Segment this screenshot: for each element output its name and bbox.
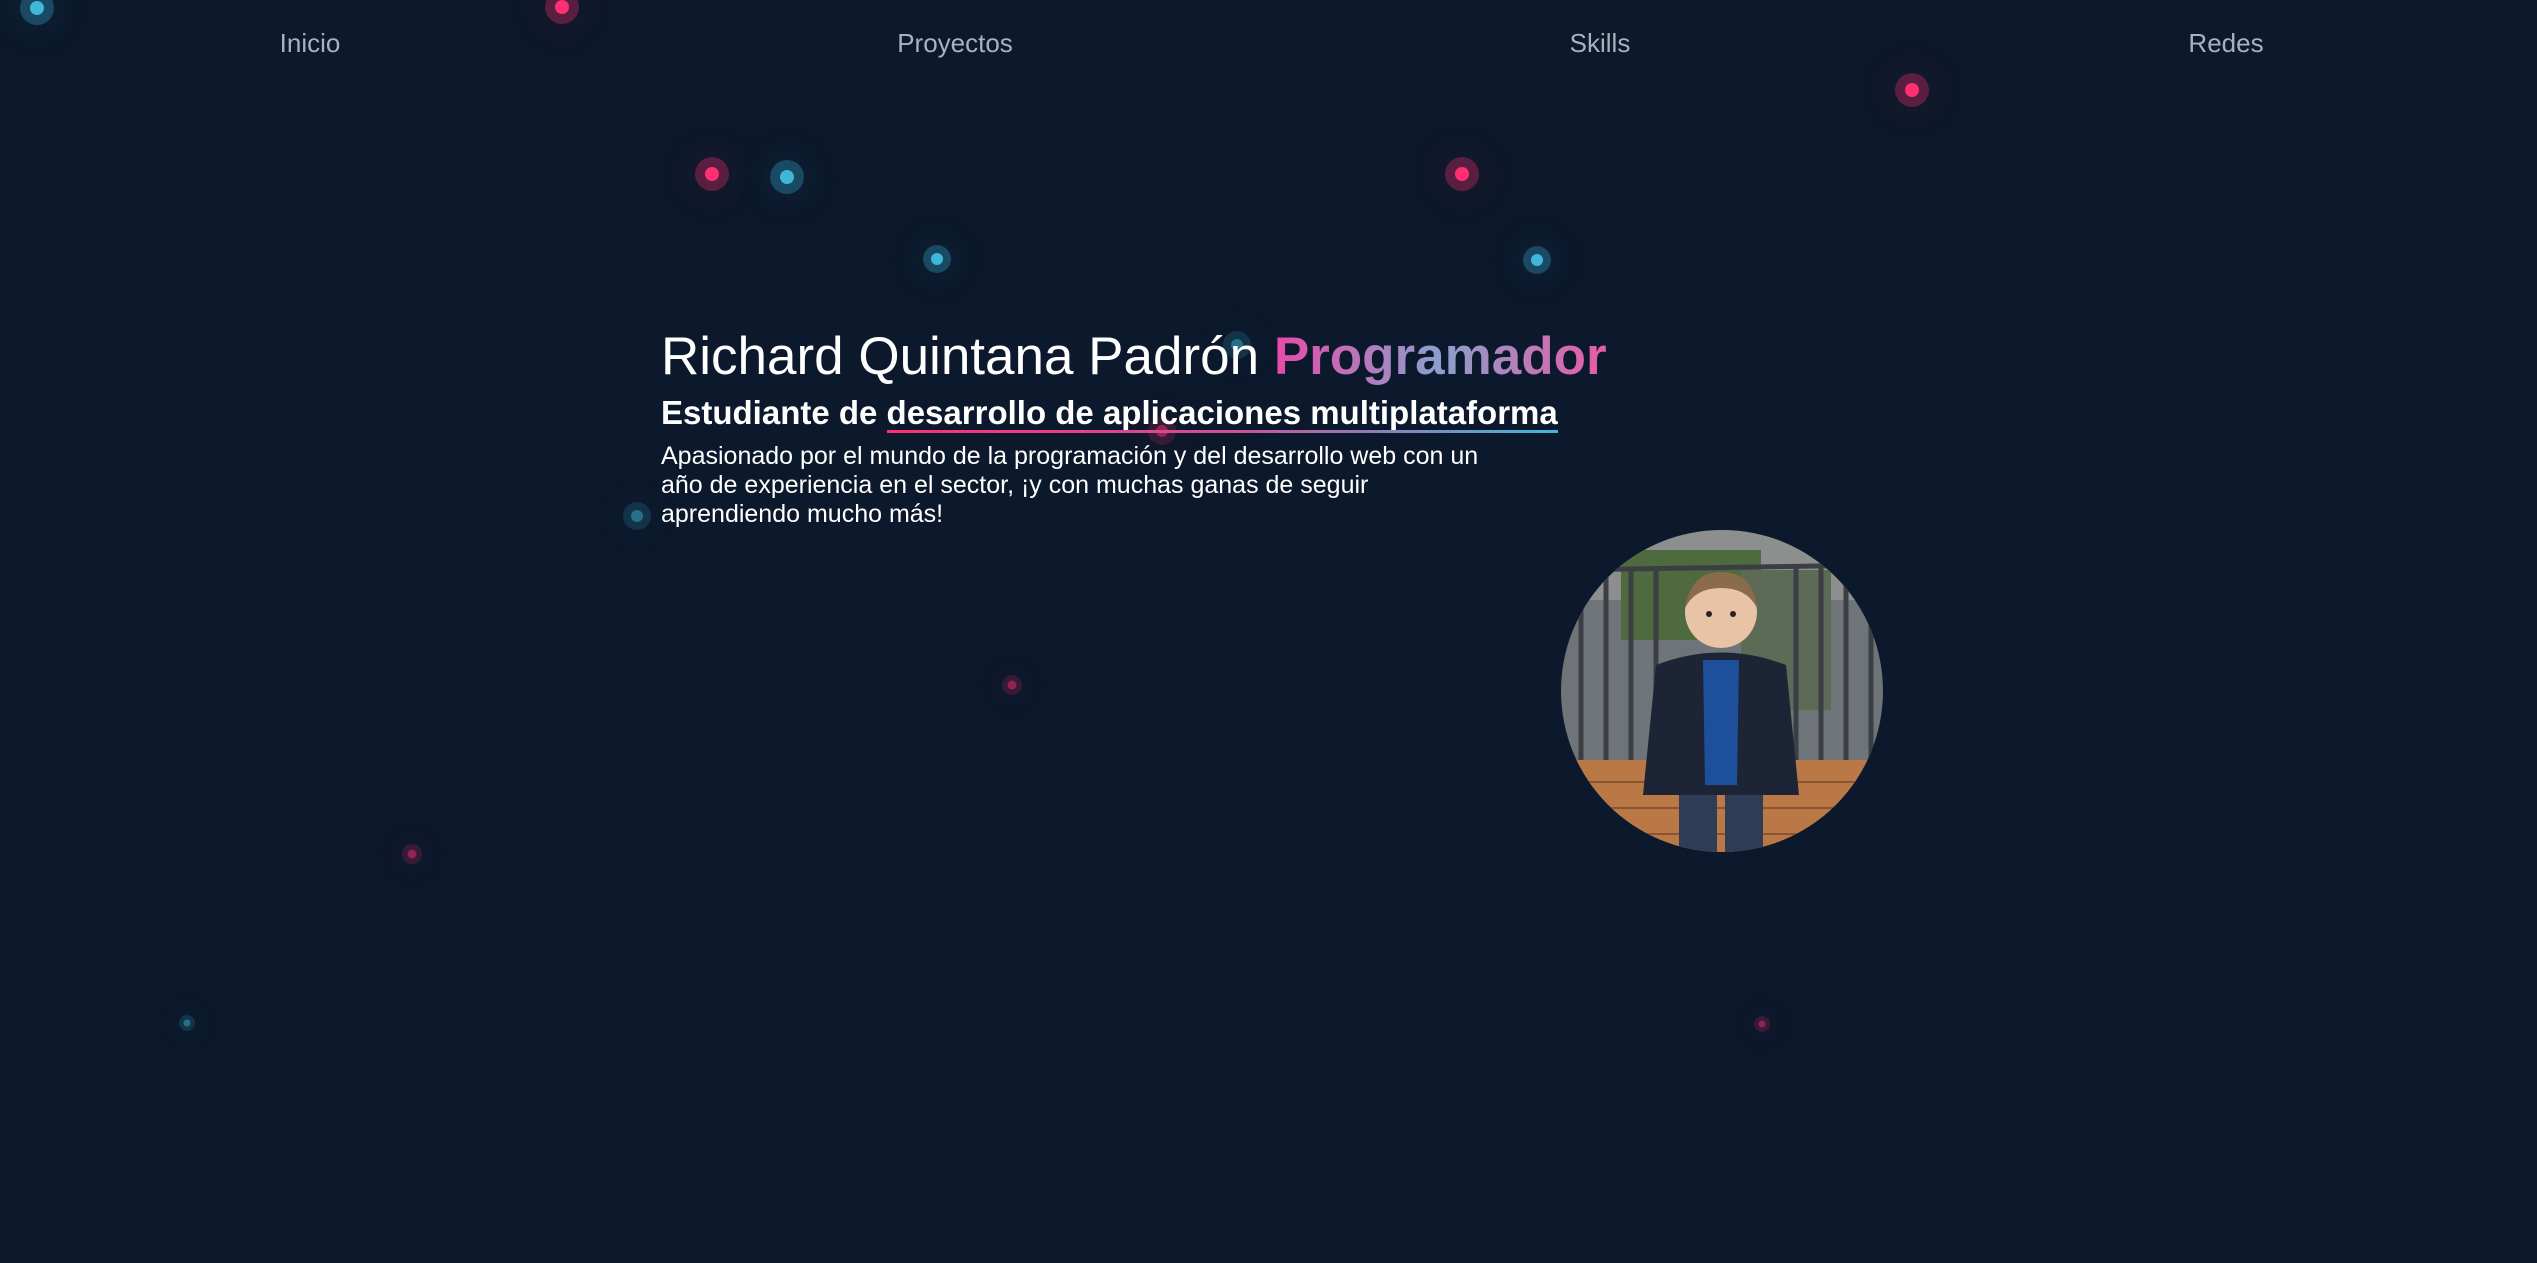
background-particle	[1523, 246, 1551, 274]
background-particle	[179, 1015, 195, 1031]
background-particle	[402, 844, 422, 864]
nav-link-skills[interactable]: Skills	[1570, 28, 1631, 59]
background-particle	[1754, 1016, 1770, 1032]
background-particle	[923, 245, 951, 273]
page: Inicio Proyectos Skills Redes Richard Qu…	[0, 0, 2537, 1263]
hero-section: Richard Quintana Padrón Programador Estu…	[661, 322, 1641, 529]
background-particle	[623, 502, 651, 530]
nav-link-redes[interactable]: Redes	[2188, 28, 2263, 59]
top-navigation: Inicio Proyectos Skills Redes	[0, 0, 2537, 84]
hero-name: Richard Quintana Padrón	[661, 327, 1260, 386]
background-particle	[770, 160, 804, 194]
hero-subtitle-highlight: desarrollo de aplicaciones multiplatafor…	[886, 392, 1558, 434]
nav-link-proyectos[interactable]: Proyectos	[897, 28, 1013, 59]
hero-role: Programador	[1273, 327, 1607, 386]
background-particle	[1002, 675, 1022, 695]
background-particle	[1445, 157, 1479, 191]
hero-description: Apasionado por el mundo de la programaci…	[661, 442, 1479, 528]
hero-heading: Richard Quintana Padrón Programador	[661, 322, 1641, 392]
profile-avatar	[1561, 530, 1883, 852]
nav-link-inicio[interactable]: Inicio	[280, 28, 341, 59]
profile-photo-icon	[1561, 530, 1883, 852]
background-particle	[695, 157, 729, 191]
hero-subtitle: Estudiante de desarrollo de aplicaciones…	[661, 392, 1641, 434]
hero-subtitle-prefix: Estudiante de	[661, 394, 878, 431]
